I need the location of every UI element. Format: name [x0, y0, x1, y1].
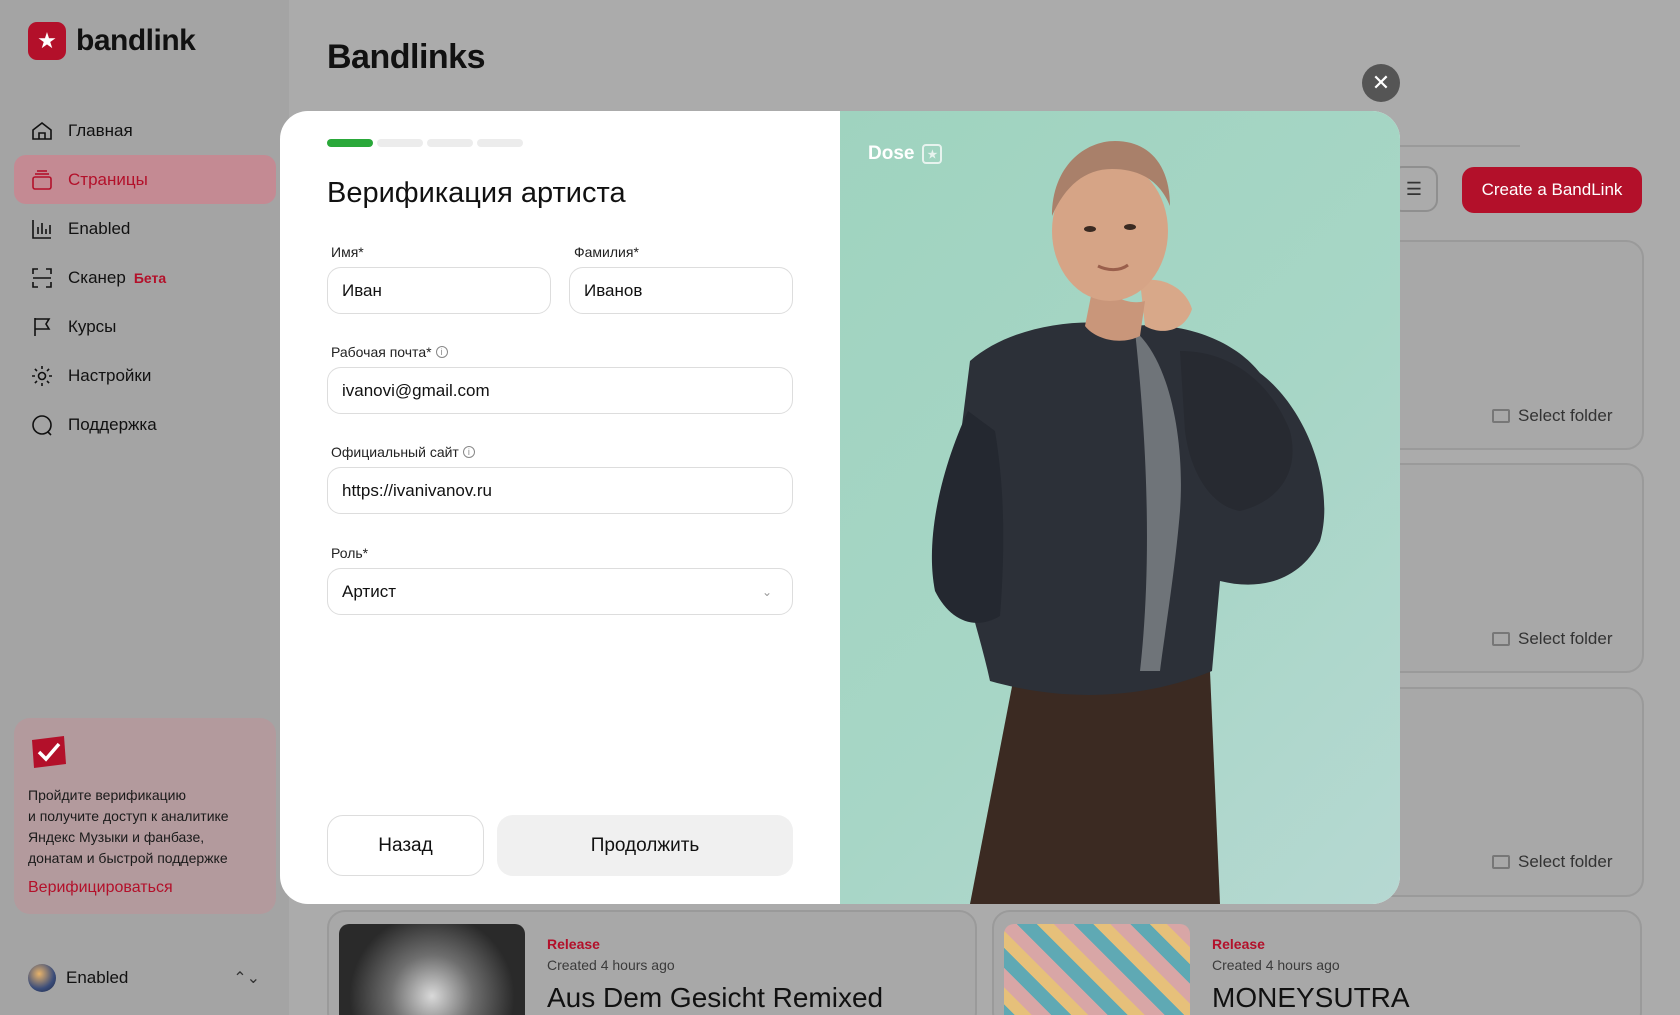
role-select[interactable]: Артист ⌄ — [327, 568, 793, 615]
release-created: Created 4 hours ago — [547, 957, 675, 973]
release-cover-image — [339, 924, 525, 1015]
role-label: Роль* — [331, 545, 368, 561]
sidebar-item-label: Сканер — [68, 267, 126, 287]
release-tag: Release — [547, 936, 600, 952]
folder-icon — [1492, 855, 1510, 869]
sidebar-item-scanner[interactable]: Сканер Бета — [14, 253, 276, 302]
verification-text-line: донатам и быстрой поддержке — [28, 850, 228, 866]
email-label: Рабочая почта* i — [331, 344, 448, 360]
verification-promo-card: Пройдите верификацию и получите доступ к… — [14, 718, 276, 914]
website-field[interactable]: https://ivanivanov.ru — [327, 467, 793, 514]
artist-verification-modal: Верификация артиста Имя* Иван Фамилия* И… — [280, 111, 1400, 904]
chevron-down-icon: ⌄ — [761, 584, 772, 599]
stats-icon — [30, 217, 54, 241]
back-button[interactable]: Назад — [327, 815, 484, 876]
verification-text-line: и получите доступ к аналитике — [28, 808, 229, 824]
chat-icon — [30, 413, 54, 437]
email-value: ivanovi@gmail.com — [342, 380, 490, 400]
first-name-value: Иван — [342, 280, 382, 300]
first-name-field[interactable]: Иван — [327, 267, 551, 314]
sidebar-item-label: Enabled — [68, 218, 131, 238]
website-value: https://ivanivanov.ru — [342, 480, 492, 500]
sidebar-item-courses[interactable]: Курсы — [14, 302, 276, 351]
select-folder-label: Select folder — [1518, 852, 1613, 871]
account-switcher[interactable]: Enabled ⌃⌄ — [28, 963, 260, 993]
progress-step — [377, 139, 423, 147]
create-bandlink-button[interactable]: Create a BandLink — [1462, 167, 1642, 213]
last-name-label: Фамилия* — [574, 244, 639, 260]
close-icon[interactable]: ✕ — [1362, 64, 1400, 102]
email-field[interactable]: ivanovi@gmail.com — [327, 367, 793, 414]
role-value: Артист — [342, 581, 396, 601]
role-label-text: Роль* — [331, 545, 369, 561]
sidebar-item-label: Настройки — [68, 365, 152, 385]
progress-step — [427, 139, 473, 147]
avatar — [28, 964, 56, 992]
email-label-text: Рабочая почта* — [331, 344, 432, 360]
select-folder-button[interactable]: Select folder — [1492, 852, 1613, 872]
verify-link[interactable]: Верифицироваться — [28, 879, 262, 897]
release-card[interactable]: Release Created 4 hours ago MONEYSUTRA — [992, 910, 1642, 1015]
last-name-label-text: Фамилия* — [574, 244, 639, 260]
select-folder-label: Select folder — [1518, 406, 1613, 425]
last-name-value: Иванов — [584, 280, 643, 300]
progress-step — [327, 139, 373, 147]
sidebar-item-settings[interactable]: Настройки — [14, 351, 276, 400]
chevron-updown-icon: ⌃⌄ — [233, 970, 260, 987]
verified-check-icon — [32, 736, 66, 768]
last-name-field[interactable]: Иванов — [569, 267, 793, 314]
sidebar-nav: Главная Страницы Enabled Сканер Бета Кур… — [14, 106, 276, 449]
website-label: Официальный сайт i — [331, 444, 475, 460]
select-folder-label: Select folder — [1518, 629, 1613, 648]
sidebar-item-label: Поддержка — [68, 414, 157, 434]
release-name: MONEYSUTRA — [1212, 982, 1410, 1013]
sidebar-item-enabled[interactable]: Enabled — [14, 204, 276, 253]
sidebar-item-pages[interactable]: Страницы — [14, 155, 276, 204]
logo-text: bandlink — [76, 24, 196, 57]
logo[interactable]: ★ bandlink — [28, 22, 196, 60]
folder-icon — [1492, 409, 1510, 423]
sidebar-item-label: Страницы — [68, 169, 148, 189]
artist-photo — [931, 141, 1325, 904]
continue-button[interactable]: Продолжить — [497, 815, 793, 876]
home-icon — [30, 119, 54, 143]
verification-text-line: Пройдите верификацию — [28, 787, 186, 803]
star-badge-icon: ★ — [28, 22, 66, 60]
verification-form: Верификация артиста Имя* Иван Фамилия* И… — [280, 111, 840, 904]
account-name: Enabled — [66, 968, 129, 987]
first-name-label: Имя* — [331, 244, 364, 260]
sidebar-item-home[interactable]: Главная — [14, 106, 276, 155]
beta-badge: Бета — [133, 269, 167, 286]
artist-photo-panel: Dose ★ — [840, 111, 1400, 904]
release-card[interactable]: Release Created 4 hours ago Aus Dem Gesi… — [327, 910, 977, 1015]
progress-step — [477, 139, 523, 147]
pages-icon — [30, 168, 54, 192]
step-progress — [327, 139, 523, 147]
first-name-label-text: Имя* — [331, 244, 364, 260]
select-folder-button[interactable]: Select folder — [1492, 406, 1613, 426]
info-icon[interactable]: i — [435, 346, 448, 358]
website-label-text: Официальный сайт — [331, 444, 459, 460]
release-created: Created 4 hours ago — [1212, 957, 1340, 973]
folder-icon — [1492, 632, 1510, 646]
sidebar: ★ bandlink Главная Страницы Enabled Скан… — [0, 0, 289, 1015]
sidebar-item-support[interactable]: Поддержка — [14, 400, 276, 449]
release-tag: Release — [1212, 936, 1265, 952]
select-folder-button[interactable]: Select folder — [1492, 629, 1613, 649]
release-name: Aus Dem Gesicht Remixed — [547, 982, 884, 1013]
sidebar-item-label: Главная — [68, 120, 133, 140]
info-icon[interactable]: i — [462, 446, 475, 458]
sidebar-item-label: Курсы — [68, 316, 117, 336]
scanner-icon — [30, 266, 54, 290]
release-cover-image — [1004, 924, 1190, 1015]
modal-title: Верификация артиста — [327, 177, 626, 209]
flag-icon — [30, 315, 54, 339]
page-title: Bandlinks — [327, 38, 485, 76]
verification-text: Пройдите верификацию и получите доступ к… — [28, 785, 262, 869]
verification-text-line: Яндекс Музыки и фанбазе, — [28, 829, 205, 845]
gear-icon — [30, 364, 54, 388]
